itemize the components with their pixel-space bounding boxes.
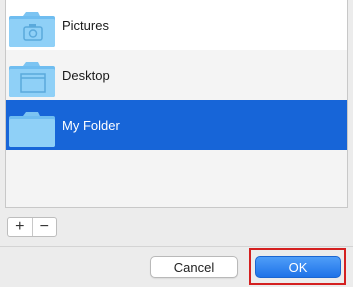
list-item-desktop[interactable]: Desktop bbox=[6, 50, 347, 100]
remove-button[interactable]: − bbox=[31, 218, 57, 236]
list-empty-row bbox=[6, 150, 347, 200]
folder-label: Desktop bbox=[62, 67, 110, 83]
folder-icon bbox=[6, 100, 62, 150]
add-remove-control: + − bbox=[7, 217, 57, 237]
list-item-pictures[interactable]: Pictures bbox=[6, 0, 347, 50]
cancel-button[interactable]: Cancel bbox=[150, 256, 238, 278]
folder-label: My Folder bbox=[62, 117, 120, 133]
divider bbox=[0, 246, 353, 247]
folder-label: Pictures bbox=[62, 17, 109, 33]
list-item-my-folder[interactable]: My Folder bbox=[6, 100, 347, 150]
add-button[interactable]: + bbox=[8, 218, 32, 236]
folder-list[interactable]: Pictures Desktop My Folder bbox=[5, 0, 348, 208]
pictures-folder-icon bbox=[6, 0, 62, 50]
desktop-folder-icon bbox=[6, 50, 62, 100]
folder-picker-dialog: Pictures Desktop My Folder + − Cancel OK bbox=[0, 0, 353, 287]
ok-highlight-box bbox=[249, 248, 346, 285]
